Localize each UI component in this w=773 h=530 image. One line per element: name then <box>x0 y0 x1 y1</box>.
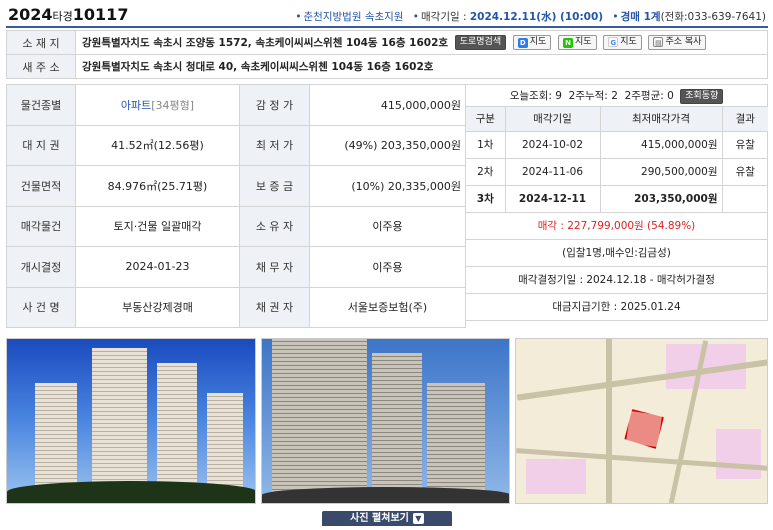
debtor-value: 이주용 <box>309 246 466 288</box>
location-cell: 강원특별자치도 속초시 조양동 1572, 속초케이씨씨스위첸 104동 16층… <box>75 30 768 55</box>
new-address-text: 강원특별자치도 속초시 청대로 40, 속초케이씨씨스위첸 104동 16층 1… <box>75 54 768 79</box>
case-header: 2024타경10117 • 춘천지방법원 속초지원 • 매각기일 : 2024.12… <box>6 4 768 28</box>
daum-map-button[interactable]: D 지도 <box>512 35 552 51</box>
table-row: 1차 2024-10-02 415,000,000원 유찰 <box>466 131 768 159</box>
avg-count: 0 <box>667 90 674 102</box>
col-round: 구분 <box>466 107 506 132</box>
col-result: 결과 <box>722 107 768 132</box>
today-count: 9 <box>555 90 562 102</box>
google-map-button[interactable]: G 지도 <box>603 35 642 51</box>
debtor-label: 채 무 자 <box>239 246 310 288</box>
table-row: 3차 2024-12-11 203,350,000원 <box>466 185 768 213</box>
dept-link[interactable]: 경매 1계 <box>621 11 661 23</box>
creditor-label: 채 권 자 <box>239 286 310 328</box>
min-price-value: (49%) 203,350,000원 <box>309 124 466 166</box>
details-table: 물건종별 아파트[34평형] 감 정 가 415,000,000원 대 지 권 … <box>6 84 466 328</box>
appraisal-label: 감 정 가 <box>239 84 310 126</box>
two-week-count: 2 <box>611 90 618 102</box>
start-label: 개시결정 <box>6 246 76 288</box>
location-map[interactable] <box>515 338 768 504</box>
type-label: 물건종별 <box>6 84 76 126</box>
copy-address-button[interactable]: ▤ 주소 복사 <box>648 35 707 51</box>
decision-info: 매각결정기일 : 2024.12.18 - 매각허가결정 <box>466 267 767 294</box>
road-search-button[interactable]: 도로명검색 <box>454 35 507 51</box>
view-stats: 오늘조회: 9 2주누적: 2 2주평균: 0 조회동향 <box>466 85 767 107</box>
new-address-label: 새 주 소 <box>6 54 76 79</box>
col-price: 최저매각가격 <box>600 107 723 132</box>
payment-deadline: 대금지급기한 : 2025.01.24 <box>466 294 767 321</box>
type-value: 아파트[34평형] <box>75 84 240 126</box>
auction-history-panel: 오늘조회: 9 2주누적: 2 2주평균: 0 조회동향 구분 매각기일 최저매… <box>466 84 768 321</box>
naver-map-button[interactable]: N 지도 <box>558 35 597 51</box>
expand-photos-button[interactable]: 사진 펼쳐보기 ▼ <box>322 511 452 526</box>
chevron-down-icon: ▼ <box>412 513 424 524</box>
land-value: 41.52㎡(12.56평) <box>75 124 240 166</box>
daum-icon: D <box>517 38 528 49</box>
copy-icon: ▤ <box>653 37 664 48</box>
building-photo-2[interactable] <box>261 338 510 504</box>
case-name-value: 부동산강제경매 <box>75 286 240 328</box>
header-info: • 춘천지방법원 속초지원 • 매각기일 : 2024.12.11(水) (10:0… <box>295 11 766 23</box>
col-date: 매각기일 <box>505 107 601 132</box>
min-price-label: 최 저 가 <box>239 124 310 166</box>
start-value: 2024-01-23 <box>75 246 240 288</box>
sale-date: 2024.12.11(水) (10:00) <box>469 11 604 23</box>
sale-item-value: 토지·건물 일괄매각 <box>75 205 240 247</box>
deposit-value: (10%) 20,335,000원 <box>309 165 466 207</box>
address-table: 소 재 지 강원특별자치도 속초시 조양동 1572, 속초케이씨씨스위첸 10… <box>6 30 768 79</box>
sale-item-label: 매각물건 <box>6 205 76 247</box>
table-row: 2차 2024-11-06 290,500,000원 유찰 <box>466 158 768 186</box>
land-label: 대 지 권 <box>6 124 76 166</box>
sold-price: 매각 : 227,799,000원 (54.89%) <box>466 213 767 240</box>
owner-value: 이주용 <box>309 205 466 247</box>
court-name[interactable]: 춘천지방법원 속초지원 <box>304 11 404 23</box>
google-icon: G <box>608 37 619 48</box>
sale-date-label: 매각기일 : <box>421 11 470 23</box>
appraisal-value: 415,000,000원 <box>309 84 466 126</box>
building-photo-1[interactable] <box>6 338 256 504</box>
phone: (전화:033-639-7641) <box>660 11 766 23</box>
type-link[interactable]: 아파트 <box>121 99 151 112</box>
building-value: 84.976㎡(25.71평) <box>75 165 240 207</box>
owner-label: 소 유 자 <box>239 205 310 247</box>
view-trend-button[interactable]: 조회동향 <box>680 88 724 104</box>
location-text: 강원특별자치도 속초시 조양동 1572, 속초케이씨씨스위첸 104동 16층… <box>82 36 449 49</box>
building-label: 건물면적 <box>6 165 76 207</box>
photo-strip <box>0 338 773 508</box>
case-name-label: 사 건 명 <box>6 286 76 328</box>
naver-icon: N <box>563 38 573 49</box>
location-label: 소 재 지 <box>6 30 76 55</box>
bidders-info: (입찰1명,매수인:김금성) <box>466 240 767 267</box>
case-number: 2024타경10117 <box>8 5 129 24</box>
deposit-label: 보 증 금 <box>239 165 310 207</box>
creditor-value: 서울보증보험(주) <box>309 286 466 328</box>
history-table: 구분 매각기일 최저매각가격 결과 1차 2024-10-02 415,000,… <box>466 107 768 213</box>
type-size: [34평형] <box>151 98 195 112</box>
